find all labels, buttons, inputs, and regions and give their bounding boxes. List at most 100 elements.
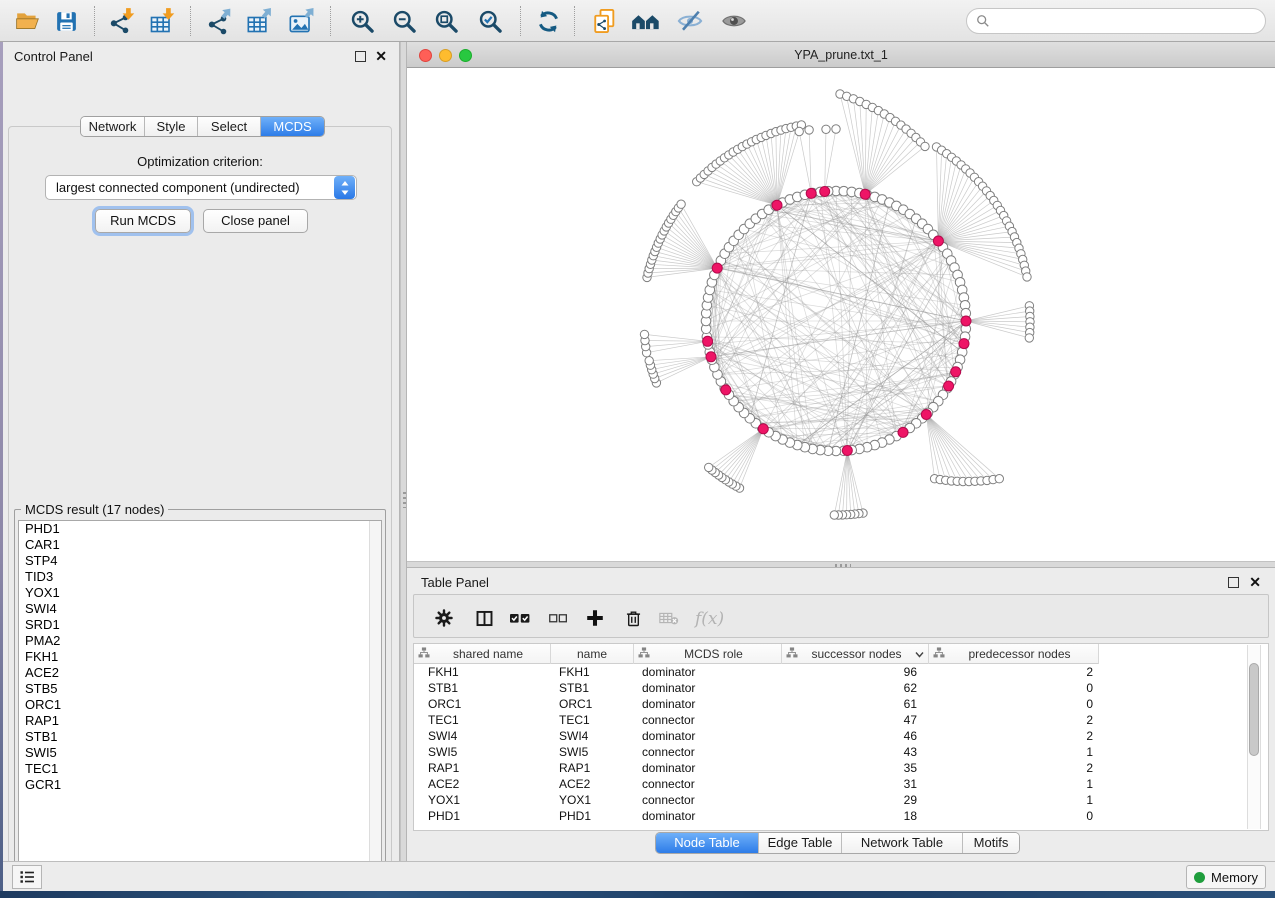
show-all-button[interactable]	[716, 4, 752, 38]
mcds-result-item[interactable]: PHD1	[19, 521, 381, 537]
table-row[interactable]: STB1STB1dominator620	[414, 680, 1268, 696]
mcds-result-list[interactable]: PHD1CAR1STP4TID3YOX1SWI4SRD1PMA2FKH1ACE2…	[18, 520, 382, 876]
column-menu-chevron-icon[interactable]	[915, 647, 924, 661]
export-image-button[interactable]	[284, 4, 320, 38]
mcds-result-item[interactable]: YOX1	[19, 585, 381, 601]
search-input[interactable]	[995, 13, 1265, 30]
zoom-fit-button[interactable]	[428, 4, 464, 38]
zoom-in-icon	[349, 8, 376, 35]
settings-gear-icon[interactable]	[431, 605, 457, 631]
export-network-button[interactable]	[202, 4, 238, 38]
table-cell: SWI5	[551, 744, 634, 760]
column-view-icon[interactable]	[471, 605, 497, 631]
mcds-result-item[interactable]: STP4	[19, 553, 381, 569]
tab-mcds[interactable]: MCDS	[261, 117, 324, 136]
mcds-result-item[interactable]: SWI4	[19, 601, 381, 617]
network-view[interactable]	[407, 68, 1275, 561]
criterion-value: largest connected component (undirected)	[46, 180, 334, 195]
import-table-button[interactable]	[144, 4, 180, 38]
mcds-result-item[interactable]: ACE2	[19, 665, 381, 681]
table-row[interactable]: TEC1TEC1connector472	[414, 712, 1268, 728]
table-row[interactable]: PHD1PHD1dominator180	[414, 808, 1268, 824]
import-network-button[interactable]	[104, 4, 140, 38]
close-panel-icon[interactable]: ✕	[375, 49, 387, 63]
table-scrollbar[interactable]	[1247, 645, 1261, 829]
table-toolbar: f(x)	[413, 594, 1269, 638]
toolbar-separator	[94, 6, 95, 36]
save-session-button[interactable]	[48, 4, 84, 38]
mcds-result-item[interactable]: TEC1	[19, 761, 381, 777]
refresh-icon	[535, 8, 562, 35]
tab-network-table[interactable]: Network Table	[842, 833, 963, 853]
tab-network[interactable]: Network	[81, 117, 145, 136]
close-table-panel-icon[interactable]: ✕	[1249, 575, 1261, 589]
tab-edge-table[interactable]: Edge Table	[759, 833, 842, 853]
save-icon	[54, 9, 79, 34]
column-header-name[interactable]: name	[551, 644, 634, 664]
table-row[interactable]: FKH1FKH1dominator962	[414, 664, 1268, 680]
desktop-wallpaper-edge	[0, 42, 3, 891]
tab-node-table[interactable]: Node Table	[656, 833, 759, 853]
first-neighbors-button[interactable]	[628, 4, 664, 38]
table-cell: connector	[634, 776, 782, 792]
table-row[interactable]: SWI4SWI4dominator462	[414, 728, 1268, 744]
tab-select[interactable]: Select	[198, 117, 261, 136]
mcds-result-item[interactable]: SRD1	[19, 617, 381, 633]
horizontal-splitter[interactable]	[407, 561, 1275, 568]
zoom-out-button[interactable]	[386, 4, 422, 38]
select-all-checkboxes-icon[interactable]	[507, 605, 533, 631]
run-mcds-button[interactable]: Run MCDS	[95, 209, 191, 233]
table-panel: Table Panel ✕	[407, 568, 1275, 861]
memory-button[interactable]: Memory	[1186, 865, 1266, 889]
table-row[interactable]: SWI5SWI5connector431	[414, 744, 1268, 760]
table-row[interactable]: ACE2ACE2connector311	[414, 776, 1268, 792]
float-panel-icon[interactable]	[355, 51, 366, 62]
eye-slash-icon	[676, 7, 704, 35]
add-column-icon[interactable]	[582, 605, 608, 631]
close-panel-button[interactable]: Close panel	[203, 209, 308, 233]
mcds-result-item[interactable]: CAR1	[19, 537, 381, 553]
network-window-titlebar[interactable]: YPA_prune.txt_1	[407, 42, 1275, 68]
vertical-splitter[interactable]	[400, 42, 407, 861]
export-image-icon	[288, 7, 316, 35]
column-header-MCDS-role[interactable]: MCDS role	[634, 644, 782, 664]
refresh-view-button[interactable]	[530, 4, 566, 38]
search-box[interactable]	[966, 8, 1266, 34]
mcds-result-item[interactable]: PMA2	[19, 633, 381, 649]
hide-selected-button[interactable]	[672, 4, 708, 38]
column-header-successor-nodes[interactable]: successor nodes	[782, 644, 929, 664]
svg-text:f(x): f(x)	[693, 609, 724, 629]
mcds-result-item[interactable]: ORC1	[19, 697, 381, 713]
float-table-panel-icon[interactable]	[1228, 577, 1239, 588]
open-file-button[interactable]	[10, 4, 46, 38]
table-cell: RAP1	[414, 760, 551, 776]
table-row[interactable]: YOX1YOX1connector291	[414, 792, 1268, 808]
export-table-button[interactable]	[242, 4, 278, 38]
table-cell: 2	[929, 664, 1099, 680]
mcds-result-item[interactable]: STB1	[19, 729, 381, 745]
mcds-list-scrollbar[interactable]	[369, 521, 381, 875]
mcds-result-item[interactable]: GCR1	[19, 777, 381, 793]
mcds-result-item[interactable]: TID3	[19, 569, 381, 585]
column-header-shared-name[interactable]: shared name	[414, 644, 551, 664]
mcds-result-item[interactable]: RAP1	[19, 713, 381, 729]
show-panels-list-button[interactable]	[12, 865, 42, 889]
mcds-result-item[interactable]: STB5	[19, 681, 381, 697]
tab-motifs[interactable]: Motifs	[963, 833, 1019, 853]
table-row[interactable]: ORC1ORC1dominator610	[414, 696, 1268, 712]
main-toolbar	[0, 0, 1275, 42]
memory-label: Memory	[1211, 870, 1258, 885]
network-graph[interactable]	[407, 68, 1275, 561]
delete-column-icon[interactable]	[620, 605, 646, 631]
copy-network-button[interactable]	[586, 4, 622, 38]
table-scrollbar-thumb[interactable]	[1249, 663, 1259, 756]
table-row[interactable]: RAP1RAP1dominator352	[414, 760, 1268, 776]
unselect-all-checkboxes-icon[interactable]	[545, 605, 571, 631]
mcds-result-item[interactable]: SWI5	[19, 745, 381, 761]
criterion-dropdown[interactable]: largest connected component (undirected)	[45, 175, 357, 200]
zoom-selected-button[interactable]	[472, 4, 508, 38]
mcds-result-item[interactable]: FKH1	[19, 649, 381, 665]
zoom-in-button[interactable]	[344, 4, 380, 38]
tab-style[interactable]: Style	[145, 117, 198, 136]
column-header-predecessor-nodes[interactable]: predecessor nodes	[929, 644, 1099, 664]
